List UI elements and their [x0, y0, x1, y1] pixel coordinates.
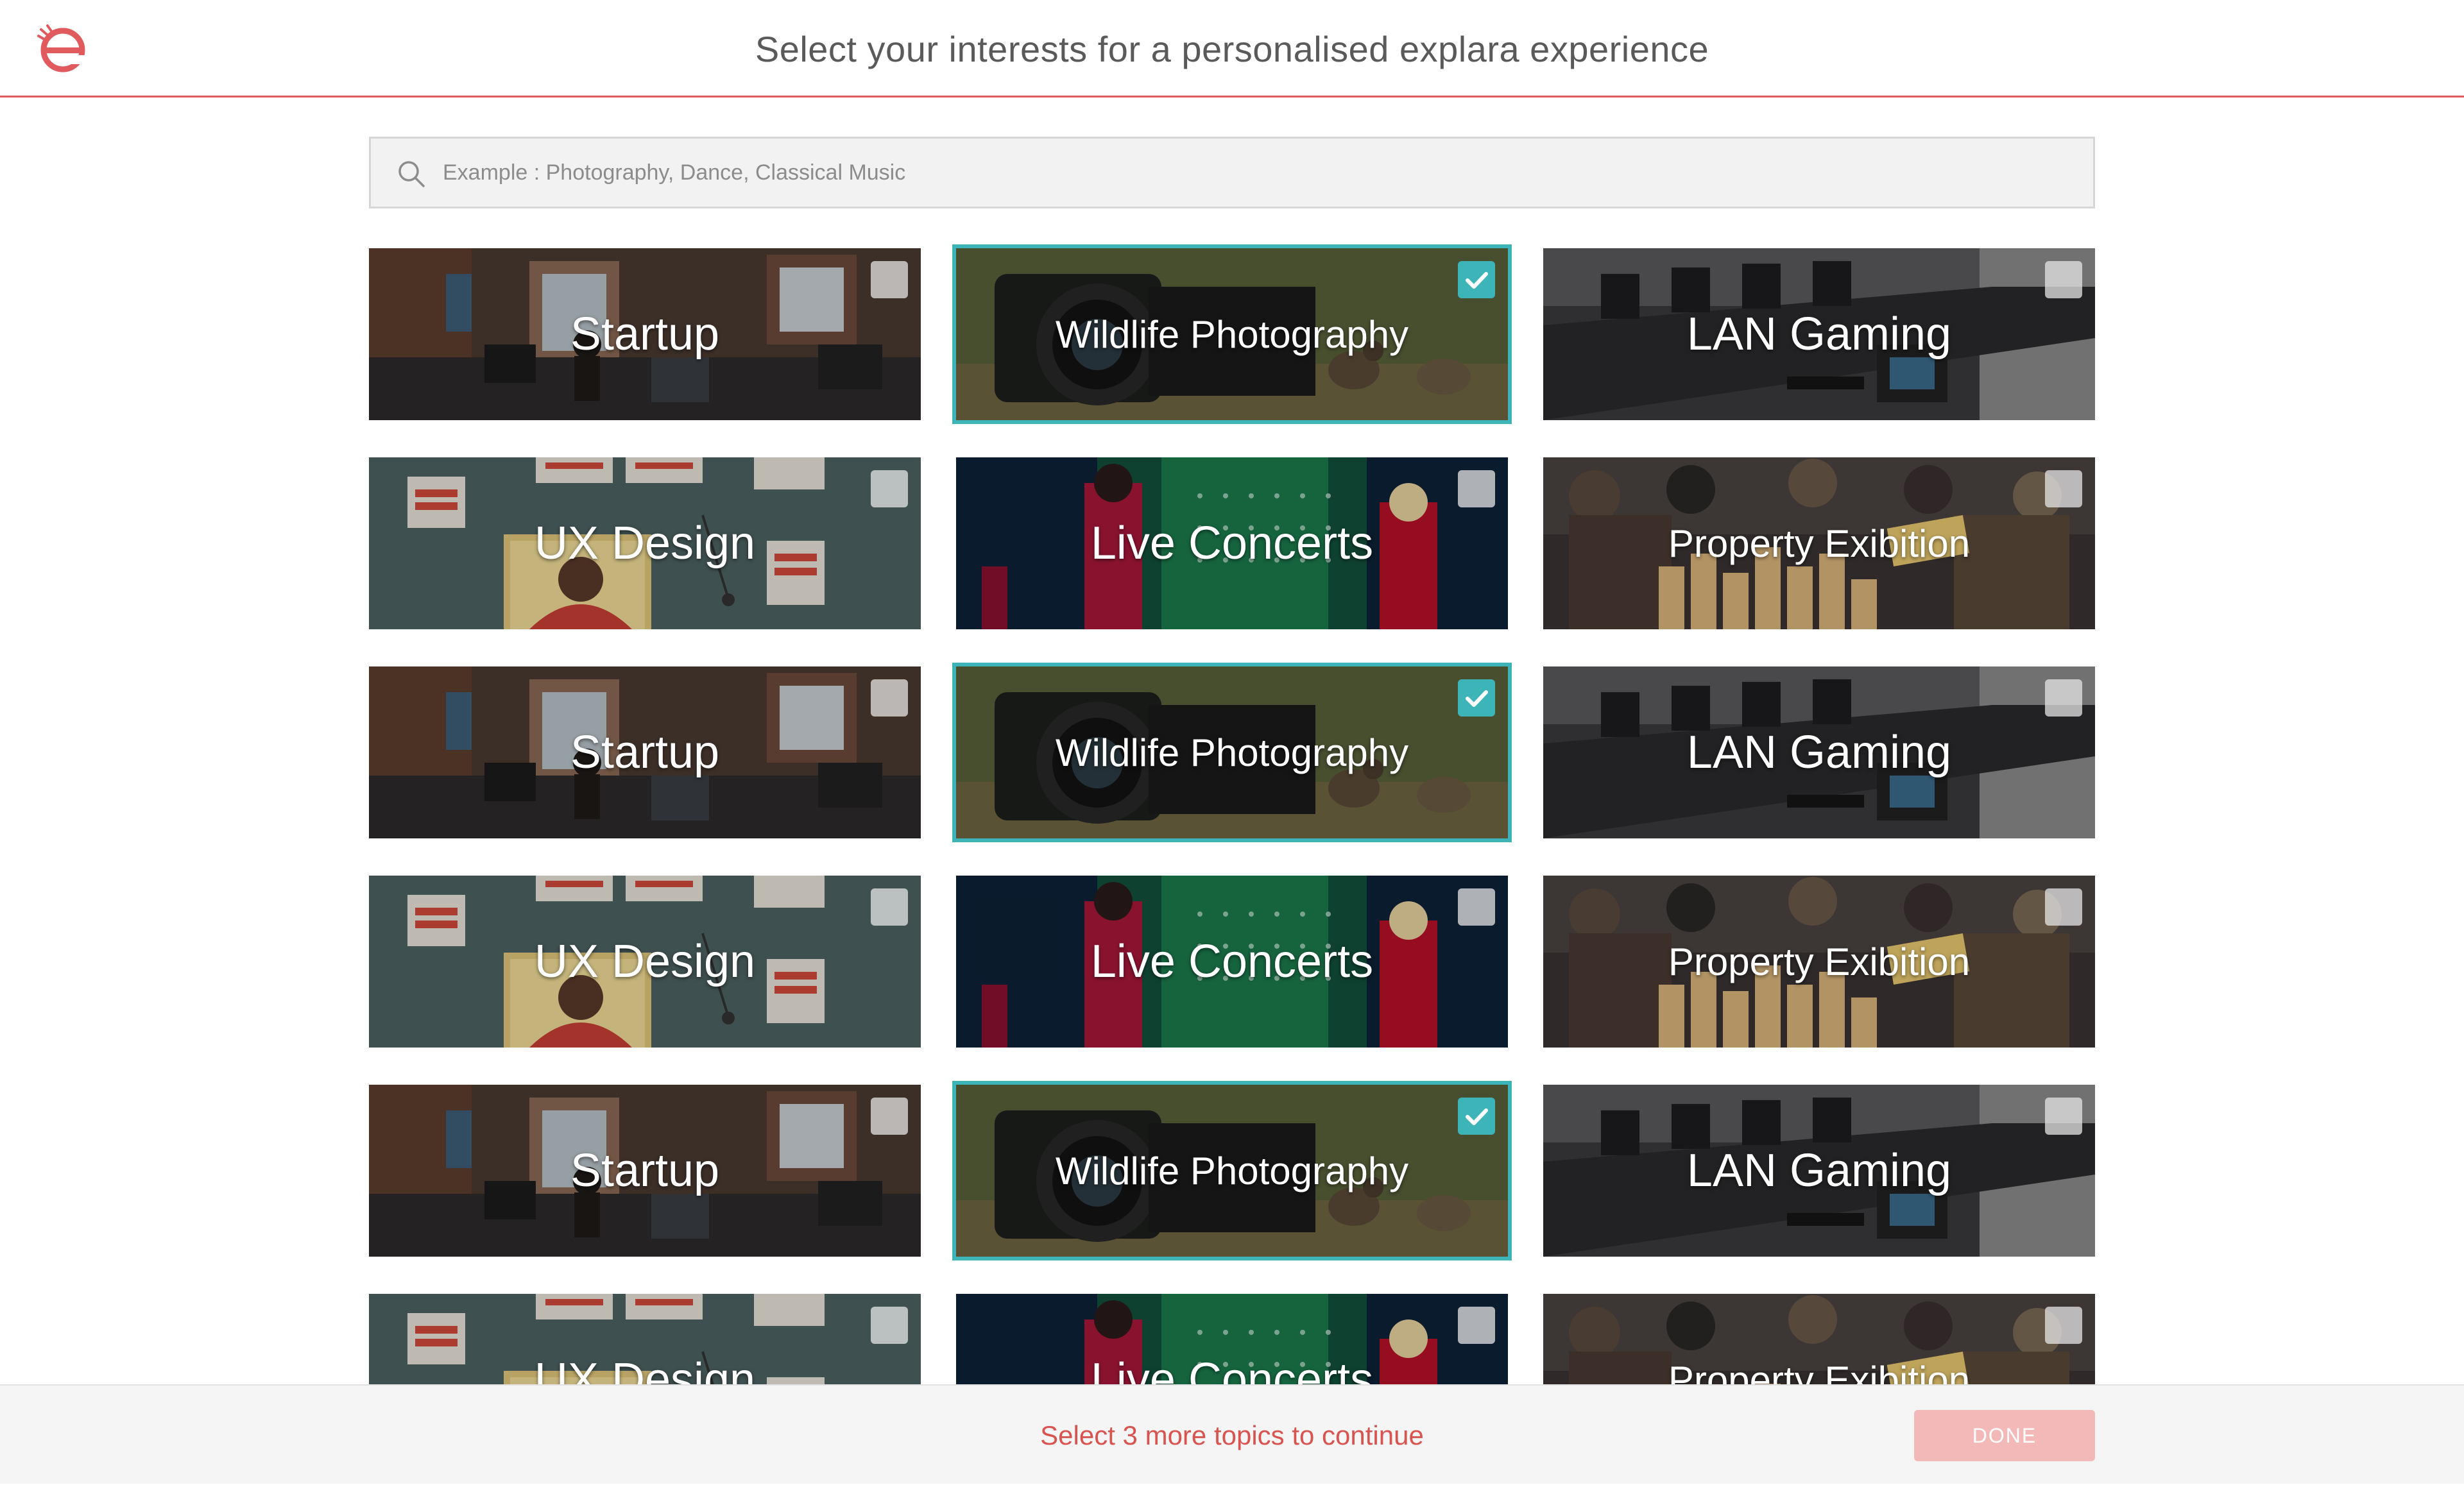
interest-card-label: LAN Gaming — [1686, 309, 1952, 360]
checkbox-icon[interactable] — [2045, 470, 2082, 507]
checkbox-icon[interactable] — [871, 888, 908, 926]
header-bar: Select your interests for a personalised… — [0, 0, 2464, 98]
checkbox-icon[interactable] — [871, 470, 908, 507]
interest-card[interactable]: Live Concerts — [956, 457, 1508, 629]
interest-card-label: Property Exibition — [1668, 940, 1971, 983]
checkbox-icon[interactable] — [2045, 679, 2082, 717]
check-icon — [1466, 1108, 1488, 1125]
checkbox-icon[interactable] — [1458, 888, 1495, 926]
interest-card-label: LAN Gaming — [1686, 727, 1952, 778]
interest-card[interactable]: Live Concerts — [956, 876, 1508, 1048]
interest-card-label: UX Design — [534, 518, 756, 569]
interest-card-label: UX Design — [534, 936, 756, 987]
interest-card[interactable]: LAN Gaming — [1543, 248, 2095, 420]
checkbox-icon[interactable] — [2045, 888, 2082, 926]
checkbox-icon[interactable] — [1458, 1098, 1495, 1135]
interest-card[interactable]: UX Design — [369, 876, 921, 1048]
checkbox-icon[interactable] — [1458, 679, 1495, 717]
interest-card[interactable]: Wildlife Photography — [952, 663, 1512, 842]
interest-card-label: Property Exibition — [1668, 522, 1971, 565]
interest-card-label: Wildlife Photography — [1055, 1149, 1409, 1192]
interest-card-label: Startup — [570, 1145, 720, 1196]
checkbox-icon[interactable] — [871, 261, 908, 298]
interest-card-label: Wildlife Photography — [1055, 731, 1409, 774]
search-icon — [398, 161, 425, 187]
interest-card[interactable]: Property Exibition — [1543, 457, 2095, 629]
interest-card[interactable]: UX Design — [369, 457, 921, 629]
checkbox-icon[interactable] — [1458, 261, 1495, 298]
interest-card-label: Startup — [570, 309, 720, 360]
checkbox-icon[interactable] — [2045, 261, 2082, 298]
interest-card[interactable]: Startup — [369, 248, 921, 420]
interest-card[interactable]: Startup — [369, 666, 921, 838]
page-title: Select your interests for a personalised… — [755, 29, 1709, 69]
interest-card[interactable]: LAN Gaming — [1543, 1085, 2095, 1257]
search-input[interactable] — [441, 139, 2071, 207]
check-icon — [1466, 690, 1488, 707]
interests-grid: Startup Wildlife Photography LAN Gaming — [369, 244, 2095, 1466]
interest-card[interactable]: Startup — [369, 1085, 921, 1257]
checkbox-icon[interactable] — [1458, 470, 1495, 507]
checkbox-icon[interactable] — [2045, 1098, 2082, 1135]
interest-card[interactable]: Wildlife Photography — [952, 244, 1512, 424]
interest-card[interactable]: Wildlife Photography — [952, 1081, 1512, 1260]
interest-card-label: LAN Gaming — [1686, 1145, 1952, 1196]
done-button[interactable]: DONE — [1914, 1410, 2095, 1461]
interest-card-label: Live Concerts — [1090, 936, 1374, 987]
interest-card[interactable]: LAN Gaming — [1543, 666, 2095, 838]
interest-card-label: Wildlife Photography — [1055, 312, 1409, 356]
checkbox-icon[interactable] — [871, 679, 908, 717]
interest-card-label: Live Concerts — [1090, 518, 1374, 569]
search-box[interactable] — [369, 137, 2095, 208]
check-icon — [1466, 272, 1488, 289]
checkbox-icon[interactable] — [871, 1098, 908, 1135]
checkbox-icon[interactable] — [871, 1307, 908, 1344]
interest-card[interactable]: Property Exibition — [1543, 876, 2095, 1048]
footer-bar: Select 3 more topics to continue DONE — [0, 1384, 2464, 1484]
checkbox-icon[interactable] — [1458, 1307, 1495, 1344]
interest-card-label: Startup — [570, 727, 720, 778]
checkbox-icon[interactable] — [2045, 1307, 2082, 1344]
